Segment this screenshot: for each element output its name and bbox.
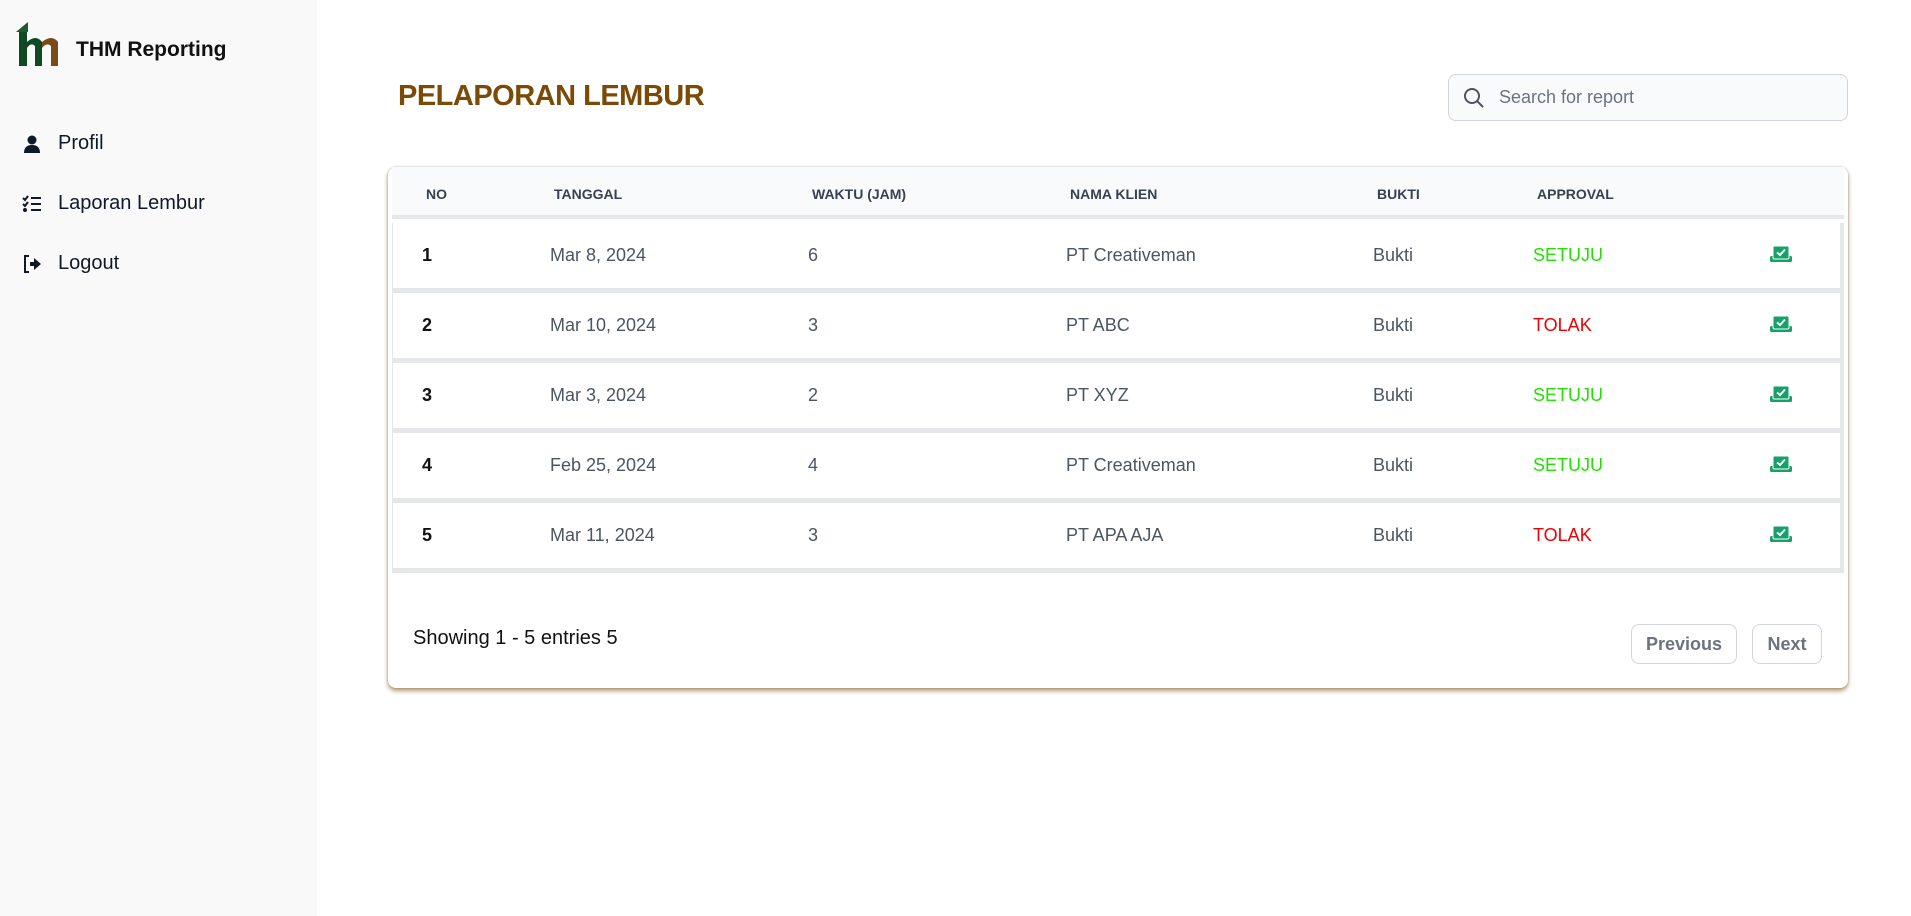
cell-tanggal: Mar 3, 2024 (550, 385, 647, 405)
previous-button[interactable]: Previous (1631, 624, 1737, 664)
cell-waktu: 3 (808, 315, 819, 335)
table-row: 3 Mar 3, 2024 2 PT XYZ Bukti SETUJU (392, 363, 1844, 433)
approval-status: SETUJU (1533, 385, 1604, 405)
table-row: 2 Mar 10, 2024 3 PT ABC Bukti TOLAK (392, 293, 1844, 363)
sidebar-item-label: Profil (58, 132, 104, 154)
sidebar: THM Reporting Profil Laporan Lembur Logo… (0, 0, 317, 916)
column-header-bukti: BUKTI (1377, 186, 1420, 202)
user-icon (24, 135, 40, 153)
cell-no: 1 (422, 245, 433, 265)
bukti-link[interactable]: Bukti (1373, 385, 1413, 406)
cell-no: 2 (422, 315, 433, 335)
cell-tanggal: Feb 25, 2024 (550, 455, 657, 475)
entries-summary: Showing 1 - 5 entries 5 (413, 627, 618, 649)
cell-nama-klien: PT ABC (1066, 315, 1130, 335)
sidebar-item-profil[interactable]: Profil (22, 132, 104, 155)
cell-no: 3 (422, 385, 433, 405)
approval-status: TOLAK (1533, 315, 1592, 335)
search-input[interactable] (1499, 87, 1819, 108)
table-header: NO TANGGAL WAKTU (JAM) NAMA KLIEN BUKTI … (392, 167, 1844, 219)
cell-waktu: 3 (808, 525, 819, 545)
page-title: PELAPORAN LEMBUR (398, 80, 705, 112)
cell-tanggal: Mar 10, 2024 (550, 315, 657, 335)
cell-waktu: 6 (808, 245, 819, 265)
column-header-nama-klien: NAMA KLIEN (1070, 186, 1158, 202)
logo: THM Reporting (14, 20, 226, 68)
search-box (1448, 74, 1848, 121)
bukti-link[interactable]: Bukti (1373, 315, 1413, 336)
table-row: 5 Mar 11, 2024 3 PT APA AJA Bukti TOLAK (392, 503, 1844, 573)
cell-nama-klien: PT Creativeman (1066, 455, 1196, 475)
sidebar-item-logout[interactable]: Logout (22, 252, 119, 275)
cell-tanggal: Mar 11, 2024 (550, 525, 655, 545)
cell-waktu: 4 (808, 455, 819, 475)
cell-no: 5 (422, 525, 433, 545)
list-check-icon (22, 194, 41, 212)
logout-icon (24, 254, 41, 273)
table-row: 1 Mar 8, 2024 6 PT Creativeman Bukti SET… (392, 223, 1844, 293)
column-header-no: NO (426, 186, 447, 202)
cell-waktu: 2 (808, 385, 819, 405)
approval-status: TOLAK (1533, 525, 1592, 545)
approve-check-icon[interactable] (1770, 245, 1792, 263)
cell-no: 4 (422, 455, 433, 475)
cell-nama-klien: PT APA AJA (1066, 525, 1164, 545)
cell-nama-klien: PT Creativeman (1066, 245, 1196, 265)
app-name: THM Reporting (76, 38, 227, 61)
approval-status: SETUJU (1533, 245, 1604, 265)
approval-status: SETUJU (1533, 455, 1604, 475)
next-button[interactable]: Next (1752, 624, 1822, 664)
approve-check-icon[interactable] (1770, 315, 1792, 333)
report-table-card: NO TANGGAL WAKTU (JAM) NAMA KLIEN BUKTI … (388, 167, 1848, 688)
bukti-link[interactable]: Bukti (1373, 455, 1413, 476)
search-icon (1464, 87, 1484, 108)
bukti-link[interactable]: Bukti (1373, 245, 1413, 266)
bukti-link[interactable]: Bukti (1373, 525, 1413, 546)
sidebar-item-laporan-lembur[interactable]: Laporan Lembur (22, 192, 205, 215)
column-header-tanggal: TANGGAL (554, 186, 623, 202)
approve-check-icon[interactable] (1770, 525, 1792, 543)
sidebar-item-label: Logout (58, 252, 120, 274)
thm-logo-icon (16, 22, 58, 66)
column-header-approval: APPROVAL (1537, 186, 1614, 202)
cell-nama-klien: PT XYZ (1066, 385, 1129, 405)
approve-check-icon[interactable] (1770, 455, 1792, 473)
approve-check-icon[interactable] (1770, 385, 1792, 403)
table-row: 4 Feb 25, 2024 4 PT Creativeman Bukti SE… (392, 433, 1844, 503)
sidebar-item-label: Laporan Lembur (58, 192, 205, 214)
cell-tanggal: Mar 8, 2024 (550, 245, 647, 265)
column-header-waktu: WAKTU (JAM) (812, 186, 907, 202)
